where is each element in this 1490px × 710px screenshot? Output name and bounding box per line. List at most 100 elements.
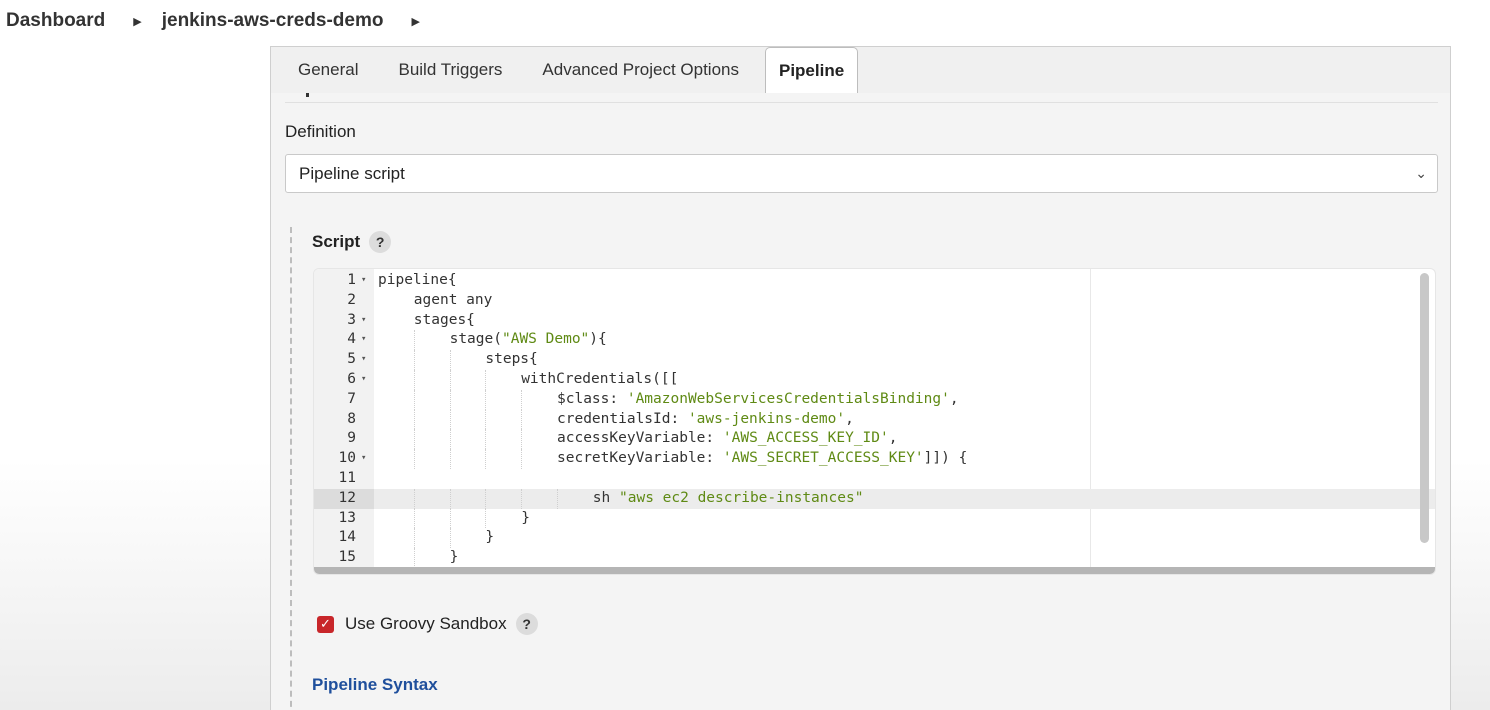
indent-guide [449,369,451,390]
breadcrumb-dashboard[interactable]: Dashboard [6,10,105,32]
code-text: stages{ [414,311,475,331]
indent-guide [413,330,415,351]
groovy-sandbox-checkbox[interactable]: ✓ [317,615,334,633]
line-number: 9 [314,429,374,450]
line-number: 8 [314,409,374,430]
code-string: 'AWS_ACCESS_KEY_ID' [722,430,889,447]
code-line[interactable]: 14} [314,528,1435,549]
script-editor[interactable]: 1 ▾ pipeline{2 agent any 3 ▾ stages{4 ▾ stage("A… [313,268,1436,575]
fold-arrow-icon[interactable]: ▾ [361,271,366,291]
section-dashed-rule [290,227,292,710]
code-string: 'AmazonWebServicesCredentialsBinding' [626,390,950,407]
code-text: } [485,528,494,548]
tab-build-triggers[interactable]: Build Triggers [378,47,522,93]
code-text: credentialsId: 'aws-jenkins-demo', [557,410,854,430]
line-number: 12 [314,488,374,509]
code-text: steps{ [485,350,537,370]
indent-guide [557,488,558,509]
line-number: 7 [314,389,374,410]
indent-guide [521,409,523,430]
fold-arrow-icon[interactable]: ▾ [361,350,366,370]
code-token: } [521,509,530,526]
indent-guide [449,429,451,450]
line-number: 14 [314,528,374,549]
indent-guide [449,508,451,529]
code-token: accessKeyVariable: [557,430,723,447]
code-line[interactable]: 12 sh "aws ec2 describe-instances" [314,488,1435,509]
code-line[interactable]: 9 accessKeyVariable: 'AWS_ACCESS_KEY_ID', [314,429,1435,450]
fold-arrow-icon[interactable]: ▾ [361,370,366,390]
indent-guide [521,389,523,410]
breadcrumb-chevron-icon[interactable]: ▶ [411,15,419,28]
editor-code[interactable]: 1 ▾ pipeline{2 agent any 3 ▾ stages{4 ▾ stage("A… [314,271,1435,568]
code-string: 'aws-jenkins-demo' [687,410,846,427]
code-text: agent any [414,291,493,311]
code-line[interactable]: 2 agent any [314,290,1435,311]
code-string: 'AWS_SECRET_ACCESS_KEY' [722,450,924,467]
code-text: } [521,509,530,529]
fold-arrow-icon[interactable]: ▾ [361,311,366,331]
line-number: 11 [314,468,374,489]
code-text: sh "aws ec2 describe-instances" [593,489,864,509]
indent-guide [521,449,523,469]
tab-advanced-project-options[interactable]: Advanced Project Options [522,47,759,93]
indent-guide [413,449,415,469]
indent-guide [485,429,487,450]
indent-guide [413,508,415,529]
code-line[interactable]: 10 ▾ secretKeyVariable: 'AWS_SECRET_ACCESS… [314,449,1435,469]
indent-guide [485,449,487,469]
line-number: 13 [314,508,374,529]
code-token: agent any [413,291,493,308]
indent-guide [485,508,487,529]
breadcrumb-chevron-icon[interactable]: ▶ [133,15,141,28]
indent-guide [449,449,451,469]
code-token: } [485,529,495,546]
section-heading-stub [306,93,312,97]
indent-guide [449,488,451,509]
help-icon[interactable]: ? [515,613,538,635]
code-string: "AWS Demo" [501,331,590,348]
indent-guide [413,369,415,390]
definition-select[interactable]: Pipeline script ⌄ [285,154,1438,193]
code-token: stage( [449,331,502,348]
indent-guide [413,528,415,549]
code-text: withCredentials([[ [521,370,678,390]
code-token: steps{ [485,351,538,368]
code-string: "aws ec2 describe-instances" [619,489,864,506]
indent-guide [413,409,415,430]
code-line[interactable]: 5 ▾ steps{ [314,350,1435,370]
tab-pipeline[interactable]: Pipeline [764,47,859,93]
code-line[interactable]: 1 ▾ pipeline{ [314,271,1435,291]
fold-arrow-icon[interactable]: ▾ [361,449,366,469]
breadcrumb-job[interactable]: jenkins-aws-creds-demo [162,10,384,32]
help-icon[interactable]: ? [369,231,392,253]
code-token: secretKeyVariable: [557,450,723,467]
indent-guide [485,488,487,509]
code-token: pipeline{ [378,272,457,288]
groovy-sandbox-label[interactable]: Use Groovy Sandbox [345,614,507,634]
tab-general[interactable]: General [271,47,378,93]
indent-guide [413,429,415,450]
code-token: ]]) { [923,450,968,467]
indent-guide [449,350,451,370]
editor-vertical-scrollbar[interactable] [1420,273,1429,543]
code-token: stages{ [413,311,475,328]
code-line[interactable]: 4 ▾ stage("AWS Demo"){ [314,330,1435,351]
code-line[interactable]: 7 $class: 'AmazonWebServicesCredentialsBi… [314,389,1435,410]
config-tabbar: General Build Triggers Advanced Project … [271,47,1450,93]
code-line[interactable]: 8 credentialsId: 'aws-jenkins-demo', [314,409,1435,430]
code-text: $class: 'AmazonWebServicesCredentialsBin… [557,390,959,410]
indent-guide [521,488,523,509]
code-token: sh [592,489,619,506]
editor-horizontal-scrollbar[interactable] [314,567,1435,574]
fold-arrow-icon[interactable]: ▾ [361,330,366,350]
pipeline-syntax-link[interactable]: Pipeline Syntax [312,675,438,695]
code-line[interactable]: 3 ▾ stages{ [314,310,1435,331]
code-text: secretKeyVariable: 'AWS_SECRET_ACCESS_KE… [557,449,967,469]
code-line[interactable]: 13} [314,508,1435,529]
code-line[interactable]: 6 ▾ withCredentials([[ [314,369,1435,390]
code-line[interactable]: 11 [314,468,1435,489]
indent-guide [485,389,487,410]
indent-guide [485,369,487,390]
indent-guide [485,409,487,430]
